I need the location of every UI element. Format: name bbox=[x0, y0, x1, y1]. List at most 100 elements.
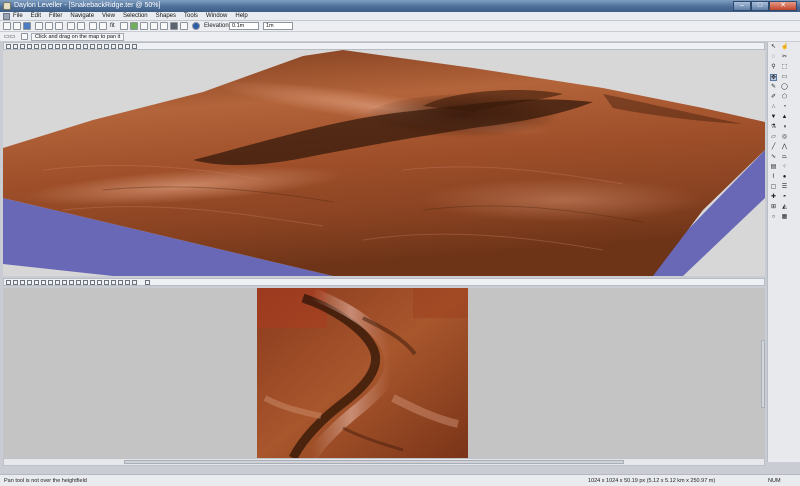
grid-icon[interactable] bbox=[120, 22, 128, 30]
circle-icon[interactable]: ○ bbox=[770, 214, 777, 221]
close-button[interactable]: ✕ bbox=[769, 1, 797, 11]
plateau-icon[interactable]: ⏢ bbox=[781, 154, 788, 161]
menu-filter[interactable]: Filter bbox=[49, 13, 62, 19]
ridge-icon[interactable]: ⋀ bbox=[781, 144, 788, 151]
blob-icon[interactable]: ● bbox=[781, 174, 788, 181]
cone-icon[interactable]: ◭ bbox=[781, 204, 788, 211]
map-compass-icon[interactable] bbox=[90, 280, 95, 285]
menu-help[interactable]: Help bbox=[235, 13, 247, 19]
poly-icon[interactable]: ⬠ bbox=[781, 94, 788, 101]
map-info-icon[interactable] bbox=[125, 280, 130, 285]
eyedrop-icon[interactable]: ⚗ bbox=[770, 124, 777, 131]
view-sync-icon[interactable] bbox=[111, 44, 116, 49]
save-icon[interactable] bbox=[23, 22, 31, 30]
view-tilt-icon[interactable] bbox=[20, 44, 25, 49]
cut-icon[interactable] bbox=[35, 22, 43, 30]
curve-icon[interactable]: ∿ bbox=[770, 154, 777, 161]
map-fit-icon[interactable] bbox=[27, 280, 32, 285]
map-help-icon[interactable] bbox=[118, 280, 123, 285]
scissors-icon[interactable]: ✂ bbox=[781, 54, 788, 61]
map-options-icon[interactable] bbox=[111, 280, 116, 285]
map-zoom-in-icon[interactable] bbox=[13, 280, 18, 285]
smooth-icon[interactable]: ◔ bbox=[781, 104, 788, 111]
map-layer-icon[interactable] bbox=[62, 280, 67, 285]
scrollbar-thumb[interactable] bbox=[124, 460, 624, 464]
elevation-value-field[interactable]: 0.1m bbox=[229, 22, 259, 30]
map-shade-icon[interactable] bbox=[41, 280, 46, 285]
mesh-icon[interactable]: ▦ bbox=[781, 214, 788, 221]
view-shade-icon[interactable] bbox=[76, 44, 81, 49]
ellipse-icon[interactable]: ◯ bbox=[781, 84, 788, 91]
3d-perspective-view[interactable] bbox=[3, 50, 765, 276]
view-help-icon[interactable] bbox=[132, 44, 137, 49]
zoom-in-icon[interactable] bbox=[89, 22, 97, 30]
paste-icon[interactable] bbox=[55, 22, 63, 30]
pencil-icon[interactable]: ✎ bbox=[770, 84, 777, 91]
view-grid-icon[interactable] bbox=[6, 44, 11, 49]
cross-icon[interactable]: ✚ bbox=[770, 194, 777, 201]
terrain-icon[interactable] bbox=[130, 22, 138, 30]
map-grid2-icon[interactable] bbox=[76, 280, 81, 285]
view-pan-icon[interactable] bbox=[104, 44, 109, 49]
settings-icon[interactable] bbox=[180, 22, 188, 30]
marquee-icon[interactable]: ⬚ bbox=[781, 64, 788, 71]
fit-label[interactable]: fit bbox=[110, 23, 115, 29]
gradient-icon[interactable]: ▤ bbox=[770, 164, 777, 171]
view-fly-icon[interactable] bbox=[97, 44, 102, 49]
erase-icon[interactable]: ▱ bbox=[770, 134, 777, 141]
path-icon[interactable]: ⌇ bbox=[770, 174, 777, 181]
view-export-icon[interactable] bbox=[118, 44, 123, 49]
view-light-icon[interactable] bbox=[34, 44, 39, 49]
undo-icon[interactable] bbox=[67, 22, 75, 30]
new-file-icon[interactable] bbox=[3, 22, 11, 30]
dome-icon[interactable]: ◓ bbox=[781, 194, 788, 201]
view-water-icon[interactable] bbox=[41, 44, 46, 49]
view-options-icon[interactable] bbox=[125, 44, 130, 49]
copy-icon[interactable] bbox=[45, 22, 53, 30]
mode-selector[interactable]: ▭▭ bbox=[4, 33, 15, 40]
view-rotate-icon[interactable] bbox=[13, 44, 18, 49]
menu-edit[interactable]: Edit bbox=[31, 13, 41, 19]
camera-icon[interactable] bbox=[160, 22, 168, 30]
map-color-icon[interactable] bbox=[34, 280, 39, 285]
terrace-icon[interactable]: ☰ bbox=[781, 184, 788, 191]
map-extra-icon[interactable] bbox=[132, 280, 137, 285]
noise-icon[interactable]: ⁘ bbox=[781, 164, 788, 171]
view-sky-icon[interactable] bbox=[55, 44, 60, 49]
menu-view[interactable]: View bbox=[102, 13, 115, 19]
map-grid-icon[interactable] bbox=[6, 280, 11, 285]
view-texture-icon[interactable] bbox=[69, 44, 74, 49]
lower-icon[interactable]: ◑ bbox=[781, 124, 788, 131]
horizontal-scrollbar[interactable] bbox=[3, 458, 765, 466]
map-ruler-icon[interactable] bbox=[83, 280, 88, 285]
pan-icon[interactable]: ✥ bbox=[770, 74, 777, 81]
elevation-step-field[interactable]: 1m bbox=[263, 22, 293, 30]
view-reset-icon[interactable] bbox=[83, 44, 88, 49]
view-wire-icon[interactable] bbox=[62, 44, 67, 49]
zoom-out-icon[interactable] bbox=[99, 22, 107, 30]
maximize-button[interactable]: □ bbox=[751, 1, 769, 11]
texture-icon[interactable] bbox=[140, 22, 148, 30]
view-fog-icon[interactable] bbox=[48, 44, 53, 49]
menu-file[interactable]: File bbox=[13, 13, 23, 19]
shade-icon[interactable] bbox=[150, 22, 158, 30]
select-icon[interactable]: ▢ bbox=[770, 184, 777, 191]
crater-icon[interactable]: ◎ bbox=[781, 134, 788, 141]
grid-tool-icon[interactable]: ⊞ bbox=[770, 204, 777, 211]
map-vertical-scrollbar[interactable] bbox=[761, 340, 765, 408]
open-folder-icon[interactable] bbox=[13, 22, 21, 30]
rect-icon[interactable]: ▭ bbox=[781, 74, 788, 81]
pointer-icon[interactable]: ☝ bbox=[781, 44, 788, 51]
menu-navigate[interactable]: Navigate bbox=[70, 13, 94, 19]
view-zoom-icon[interactable] bbox=[27, 44, 32, 49]
menu-window[interactable]: Window bbox=[206, 13, 227, 19]
menu-shapes[interactable]: Shapes bbox=[156, 13, 176, 19]
raise-icon[interactable]: ▲ bbox=[781, 114, 788, 121]
map-sync-icon[interactable] bbox=[97, 280, 102, 285]
minimize-button[interactable]: – bbox=[733, 1, 751, 11]
map-pan-icon[interactable] bbox=[145, 280, 150, 285]
pan-tool-icon[interactable] bbox=[21, 33, 28, 40]
menu-selection[interactable]: Selection bbox=[123, 13, 148, 19]
map-water-icon[interactable] bbox=[55, 280, 60, 285]
map-select-icon[interactable] bbox=[69, 280, 74, 285]
